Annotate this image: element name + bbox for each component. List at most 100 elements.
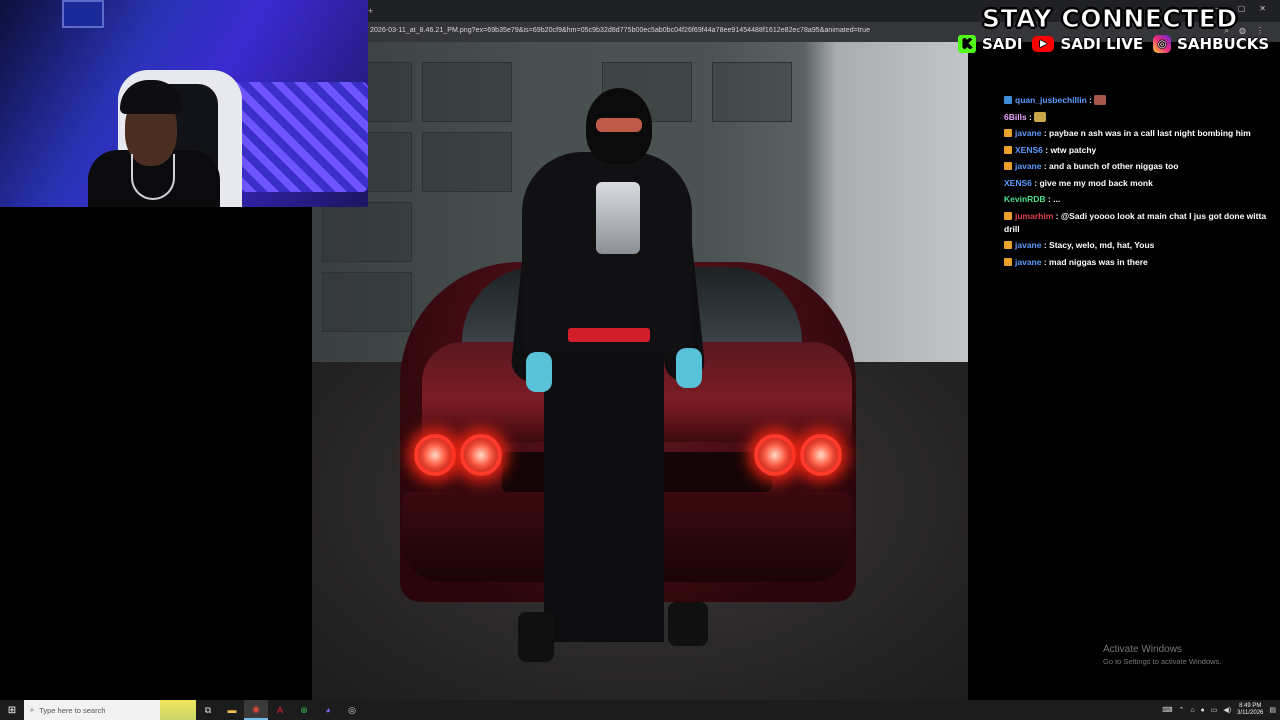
volume-icon[interactable]: ◀) [1223, 706, 1231, 714]
chat-username[interactable]: 6Bills [1004, 112, 1027, 122]
garage-door-panel [712, 62, 792, 122]
person-legs [544, 342, 664, 642]
chat-separator: : [1086, 95, 1095, 105]
close-button[interactable]: ✕ [1259, 4, 1266, 13]
person-visor [596, 118, 642, 132]
chat-username[interactable]: javane [1015, 240, 1041, 250]
chat-text: give me my mod back monk [1039, 177, 1153, 188]
chevron-up-icon[interactable]: ⌃ [1178, 706, 1184, 714]
new-tab-button[interactable]: + [368, 6, 373, 16]
chat-badge-icon [1004, 241, 1012, 249]
stay-connected-title: STAY CONNECTED [982, 4, 1238, 34]
chat-message: jumarhim : @Sadi yoooo look at main chat… [1000, 210, 1272, 236]
chat-message: javane : and a bunch of other niggas too [1000, 160, 1272, 173]
start-button[interactable]: ⊞ [0, 700, 24, 720]
kick-icon: K [958, 35, 976, 53]
taskbar: ⊞ ⌕ Type here to search ⧉ ▬ ◉ A ⊗ ◕ ◎ ⌨ ⌃ ⌂ ● … [0, 700, 1280, 720]
search-icon: ⌕ [30, 705, 35, 714]
webcam-window [62, 0, 104, 28]
search-highlight-image [160, 700, 196, 720]
activate-title: Activate Windows [1103, 644, 1182, 655]
maximize-button[interactable]: ▢ [1238, 4, 1246, 13]
clock-date: 3/11/2026 [1237, 710, 1264, 716]
clock[interactable]: 8:49 PM 3/11/2026 [1237, 703, 1263, 717]
belt [568, 328, 650, 342]
taskbar-apps: ⧉ ▬ ◉ A ⊗ ◕ ◎ [196, 700, 364, 720]
chat-badge-icon [1004, 211, 1012, 220]
headlight [800, 434, 842, 476]
chat-username[interactable]: jumarhim [1015, 211, 1053, 221]
chat-text: and a bunch of other niggas too [1049, 161, 1179, 171]
garage-door-panel [422, 62, 512, 122]
activate-windows-watermark: Activate Windows Go to Settings to activ… [1103, 644, 1221, 666]
keyboard-icon[interactable]: ⌨ [1162, 706, 1172, 714]
chat-separator: : [1041, 256, 1050, 267]
chat-message: XENS6 : give me my mod back monk [1000, 177, 1272, 190]
chat-username[interactable]: XENS6 [1004, 178, 1032, 188]
notification-icon[interactable]: ▤ [1269, 706, 1276, 714]
chat-message: javane : Stacy, welo, md, hat, Yous [1000, 239, 1272, 252]
headlight [754, 434, 796, 476]
webcam-feed [0, 0, 368, 207]
chrome-icon[interactable]: ◉ [244, 700, 268, 720]
chat-username[interactable]: XENS6 [1015, 145, 1043, 155]
chat-username[interactable]: javane [1015, 161, 1041, 171]
image-viewer[interactable] [312, 42, 968, 700]
chat-message: 6Bills : [1000, 111, 1272, 124]
instagram-icon: ◎ [1153, 35, 1172, 53]
chat-text: Stacy, welo, md, hat, Yous [1049, 240, 1155, 250]
headlight [414, 434, 456, 476]
glove [526, 352, 552, 392]
glove [676, 348, 702, 388]
acrobat-icon[interactable]: A [268, 700, 292, 720]
task-view-icon[interactable]: ⧉ [196, 700, 220, 720]
chat-separator: : [1026, 111, 1035, 122]
chat-separator: : [1053, 210, 1061, 221]
chain-pendant [596, 182, 640, 254]
chat-separator: : [1041, 161, 1050, 171]
chat-badge-icon [1004, 129, 1012, 137]
chat-username[interactable]: javane [1015, 128, 1041, 138]
chat-message: KevinRDB : ... [1000, 193, 1272, 206]
garage-door-panel [322, 202, 412, 262]
shoe [668, 602, 708, 646]
url-text[interactable]: 2026-03-11_at_8.46.21_PM.png?ex=69b35e79… [370, 27, 870, 34]
search-box[interactable]: ⌕ Type here to search [24, 700, 196, 720]
chat-text: ... [1053, 194, 1061, 204]
chat-separator: : [1041, 240, 1050, 250]
chat-text: wtw patchy [1050, 144, 1097, 155]
system-tray: ⌨ ⌃ ⌂ ● ▭ ◀) 8:49 PM 3/11/2026 ▤ [1162, 703, 1280, 717]
chat-panel: quan_jusbechillin : 6Bills : javane : pa… [1000, 94, 1272, 272]
chat-separator: : [1045, 194, 1054, 204]
chat-separator: : [1041, 128, 1050, 138]
chat-badge-icon [1004, 162, 1012, 170]
shoe [518, 612, 554, 662]
youtube-label: SADI LIVE [1060, 35, 1144, 53]
chat-badge-icon [1004, 96, 1012, 104]
chat-badge-icon [1004, 257, 1012, 266]
kick-label: SADI [982, 35, 1023, 53]
network-icon[interactable]: ⌂ [1190, 707, 1194, 714]
chat-username[interactable]: KevinRDB [1004, 194, 1046, 204]
chat-text: mad niggas was in there [1049, 256, 1148, 267]
search-placeholder: Type here to search [39, 705, 106, 715]
chat-text: paybae n ash was in a call last night bo… [1049, 128, 1251, 138]
monitor-icon[interactable]: ▭ [1211, 706, 1218, 714]
chat-username[interactable]: quan_jusbechillin [1015, 95, 1087, 105]
xbox-icon[interactable]: ⊗ [292, 700, 316, 720]
headlight [460, 434, 502, 476]
chat-emote-icon [1034, 111, 1047, 122]
chat-message: javane : paybae n ash was in a call last… [1000, 127, 1272, 140]
chat-username[interactable]: javane [1015, 257, 1041, 267]
discord-icon[interactable]: ◕ [316, 700, 340, 720]
social-links: K SADI ▶ SADI LIVE ◎ SAHBUCKS [958, 35, 1273, 53]
obs-icon[interactable]: ◎ [340, 700, 364, 720]
chat-message: javane : mad niggas was in there [1000, 256, 1272, 269]
youtube-icon: ▶ [1032, 36, 1055, 52]
garage-door-panel [422, 132, 512, 192]
chat-message: quan_jusbechillin : [1000, 94, 1272, 107]
streamer-chain [131, 154, 175, 200]
activate-subtitle: Go to Settings to activate Windows. [1103, 657, 1222, 666]
mic-icon[interactable]: ● [1201, 707, 1205, 714]
file-explorer-icon[interactable]: ▬ [220, 700, 244, 720]
